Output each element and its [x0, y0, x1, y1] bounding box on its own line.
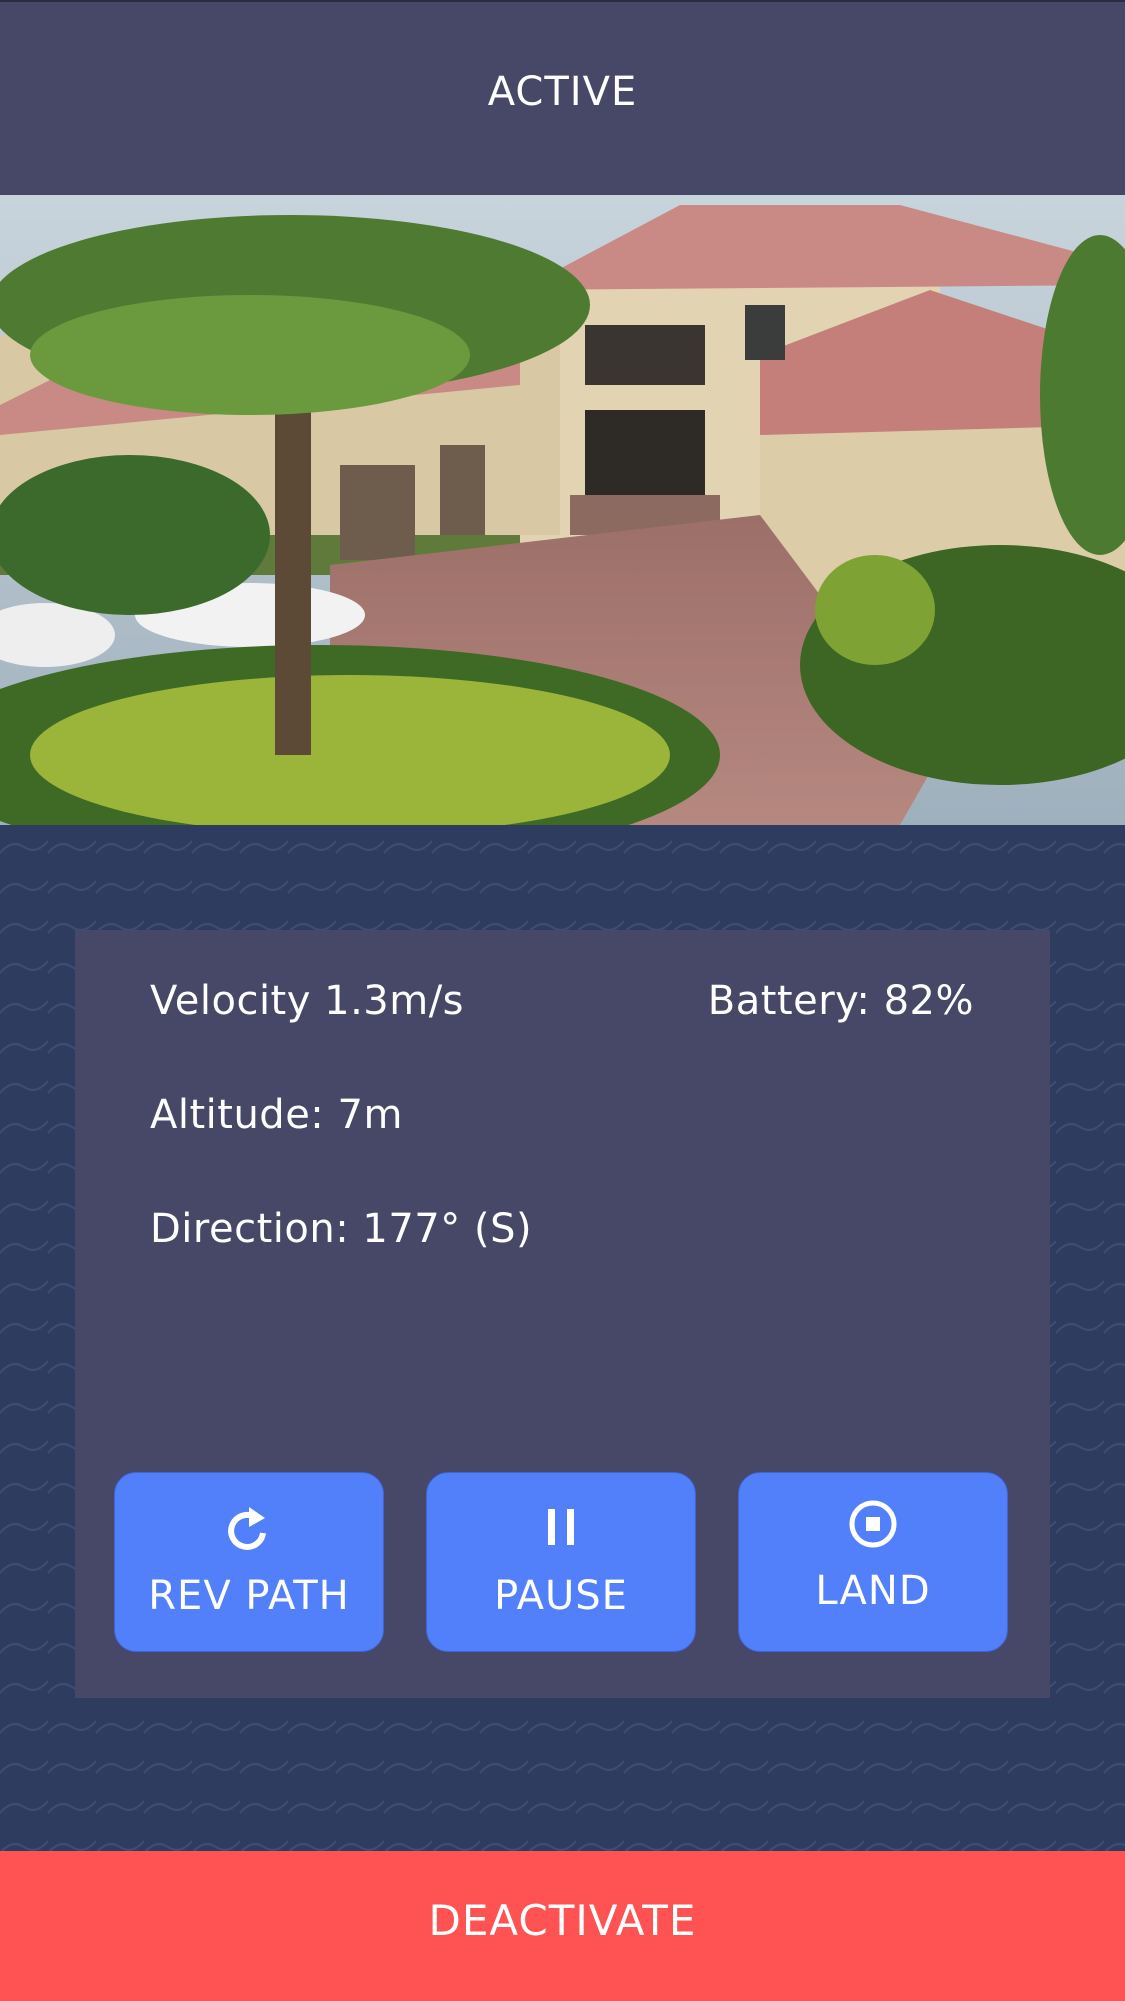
- land-target-icon: [847, 1498, 899, 1554]
- pause-button[interactable]: PAUSE: [426, 1472, 696, 1652]
- deactivate-label: DEACTIVATE: [428, 1895, 697, 1945]
- pause-label: PAUSE: [494, 1573, 628, 1619]
- rev-path-label: REV PATH: [148, 1573, 350, 1619]
- camera-feed: [0, 195, 1125, 825]
- rev-path-button[interactable]: REV PATH: [114, 1472, 384, 1652]
- pause-icon: [546, 1507, 576, 1551]
- land-label: LAND: [815, 1568, 931, 1614]
- refresh-icon: [225, 1503, 273, 1559]
- land-button[interactable]: LAND: [738, 1472, 1008, 1652]
- status-header: ACTIVE: [0, 0, 1125, 195]
- status-title: ACTIVE: [487, 68, 638, 115]
- direction-readout: Direction: 177° (S): [150, 1206, 533, 1252]
- camera-feed-image: [0, 195, 1125, 825]
- deactivate-button[interactable]: DEACTIVATE: [0, 1851, 1125, 2001]
- battery-readout: Battery: 82%: [707, 978, 974, 1024]
- velocity-readout: Velocity 1.3m/s: [150, 978, 465, 1024]
- altitude-readout: Altitude: 7m: [150, 1092, 403, 1138]
- telemetry-panel: Velocity 1.3m/s Battery: 82% Altitude: 7…: [75, 930, 1050, 1698]
